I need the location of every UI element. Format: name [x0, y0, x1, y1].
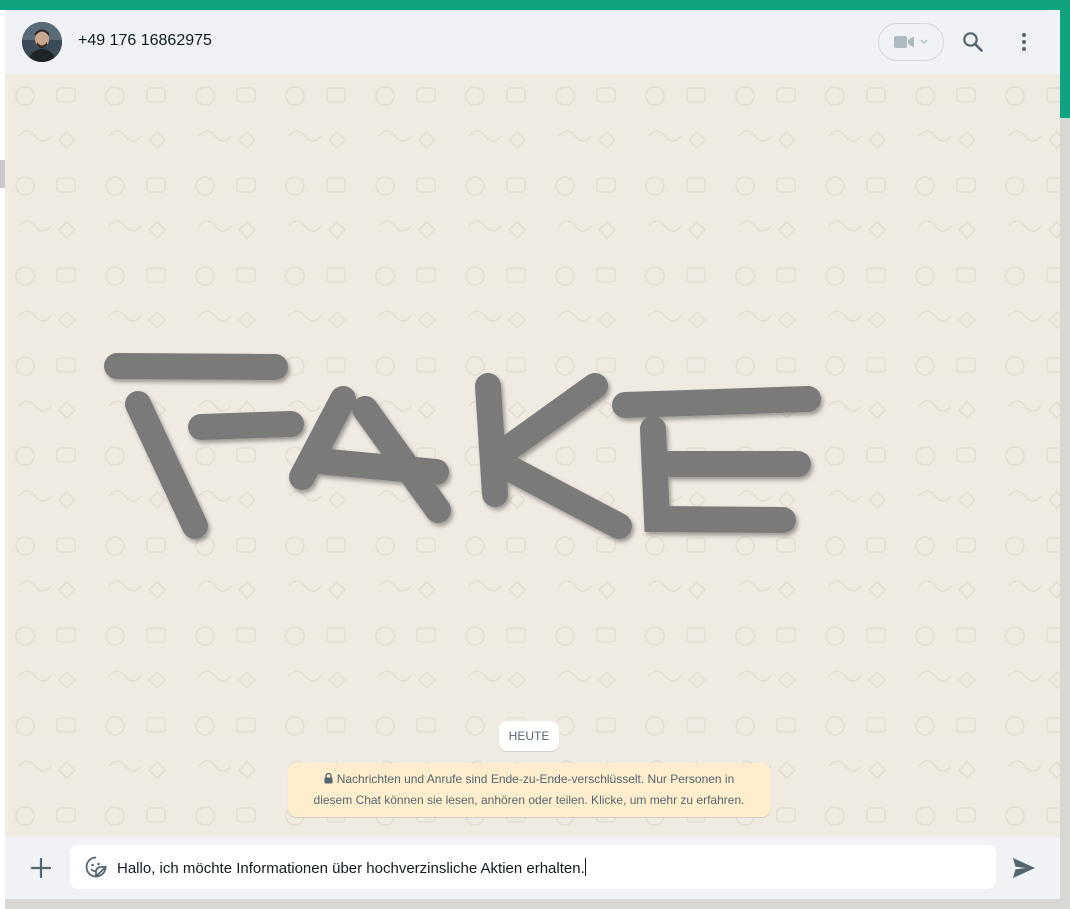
video-call-button[interactable] — [878, 23, 944, 61]
chat-panel: +49 176 16862975 HEUTE Nachrichten und A… — [5, 10, 1060, 899]
send-icon — [1013, 858, 1035, 878]
top-accent-strip — [0, 0, 1070, 10]
send-button[interactable] — [1011, 856, 1037, 880]
chat-wallpaper: HEUTE Nachrichten und Anrufe sind Ende-z… — [5, 74, 1060, 837]
encryption-notice[interactable]: Nachrichten und Anrufe sind Ende-zu-Ende… — [288, 763, 770, 817]
menu-button[interactable] — [1012, 30, 1036, 54]
attach-button[interactable] — [29, 856, 53, 880]
sticker-button[interactable] — [84, 855, 108, 879]
chat-header[interactable]: +49 176 16862975 — [5, 10, 1060, 74]
chevron-down-icon — [920, 39, 928, 44]
encryption-notice-line2: diesem Chat können sie lesen, anhören od… — [313, 793, 745, 807]
date-chip: HEUTE — [499, 721, 559, 751]
message-composer: Hallo, ich möchte Informationen über hoc… — [5, 837, 1060, 899]
contact-name[interactable]: +49 176 16862975 — [78, 32, 212, 50]
message-text-value[interactable]: Hallo, ich möchte Informationen über hoc… — [117, 858, 586, 877]
video-camera-icon — [894, 36, 914, 48]
plus-icon — [30, 857, 52, 879]
search-button[interactable] — [961, 30, 985, 54]
encryption-notice-line1: Nachrichten und Anrufe sind Ende-zu-Ende… — [336, 772, 735, 786]
contact-avatar[interactable] — [22, 22, 62, 62]
lock-icon — [324, 773, 333, 784]
message-input[interactable]: Hallo, ich möchte Informationen über hoc… — [70, 845, 996, 889]
sticker-icon — [85, 856, 107, 878]
message-text: Hallo, ich möchte Informationen über hoc… — [117, 860, 585, 877]
text-caret — [584, 858, 586, 876]
more-vertical-icon — [1022, 33, 1026, 51]
right-accent-strip — [1060, 10, 1070, 118]
search-icon — [963, 32, 983, 52]
avatar-image — [22, 22, 62, 62]
